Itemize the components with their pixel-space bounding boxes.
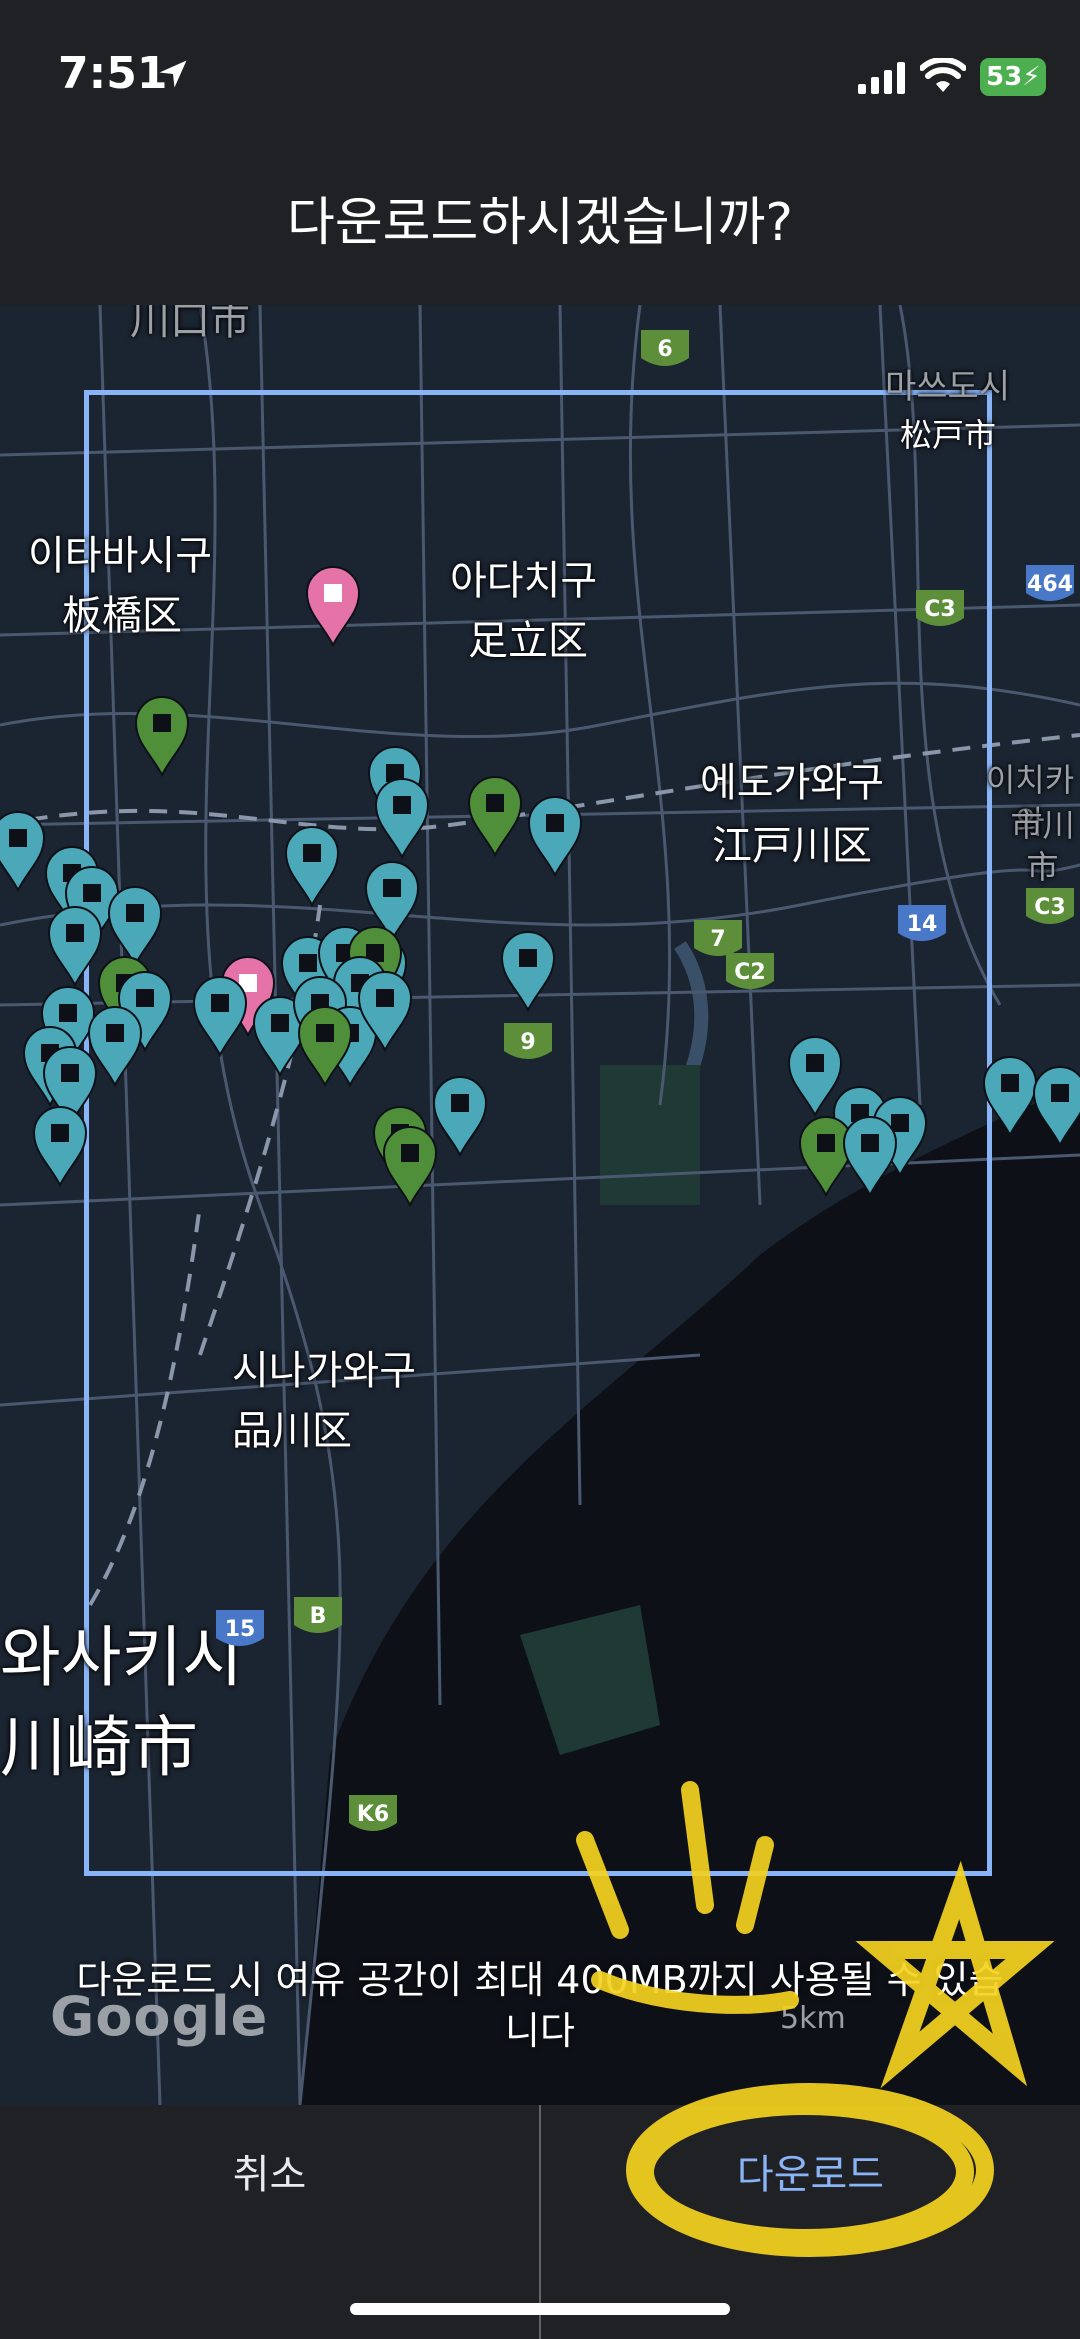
flag-pin-icon[interactable] bbox=[134, 696, 190, 778]
status-time: 7:51 bbox=[58, 48, 168, 99]
saved-place-pin-icon[interactable] bbox=[0, 811, 46, 893]
wifi-icon bbox=[920, 58, 966, 92]
saved-place-pin-icon[interactable] bbox=[527, 796, 583, 878]
status-bar: 7:51 53⚡ bbox=[0, 0, 1080, 150]
storage-note: 다운로드 시 여유 공간이 최대 400MB까지 사용될 수 있습니다 bbox=[76, 1958, 1004, 2054]
battery-level: 53 bbox=[986, 62, 1023, 92]
flag-pin-icon[interactable] bbox=[467, 776, 523, 858]
home-indicator[interactable] bbox=[350, 2303, 730, 2315]
battery-icon: 53⚡ bbox=[980, 58, 1046, 96]
flag-pin-icon[interactable] bbox=[382, 1126, 438, 1208]
saved-place-pin-icon[interactable] bbox=[500, 931, 556, 1013]
flag-pin-icon[interactable] bbox=[798, 1116, 854, 1198]
cancel-button[interactable]: 취소 bbox=[0, 2105, 539, 2245]
cellular-signal-icon bbox=[858, 62, 905, 94]
map-view[interactable]: 川口市 이타바시구 板橋区 아다치구 足立区 마쓰도시 松戸市 에도가와구 江戸… bbox=[0, 305, 1080, 2105]
saved-place-pin-icon[interactable] bbox=[374, 778, 430, 860]
saved-place-pin-icon[interactable] bbox=[192, 976, 248, 1058]
saved-place-pin-icon[interactable] bbox=[1032, 1066, 1080, 1148]
saved-place-pin-icon[interactable] bbox=[787, 1036, 843, 1118]
favorite-pin-icon[interactable] bbox=[305, 566, 361, 648]
saved-place-pin-icon[interactable] bbox=[982, 1056, 1038, 1138]
saved-place-pin-icon[interactable] bbox=[107, 886, 163, 968]
saved-place-pin-icon[interactable] bbox=[47, 906, 103, 988]
saved-place-pin-icon[interactable] bbox=[32, 1106, 88, 1188]
dialog-title: 다운로드하시겠습니까? bbox=[286, 193, 793, 253]
location-arrow-icon bbox=[159, 60, 187, 88]
saved-place-pin-icon[interactable] bbox=[842, 1116, 898, 1198]
saved-place-pin-icon[interactable] bbox=[284, 826, 340, 908]
place-pins bbox=[0, 566, 1080, 1208]
download-button[interactable]: 다운로드 bbox=[541, 2105, 1080, 2245]
saved-place-pin-icon[interactable] bbox=[432, 1076, 488, 1158]
